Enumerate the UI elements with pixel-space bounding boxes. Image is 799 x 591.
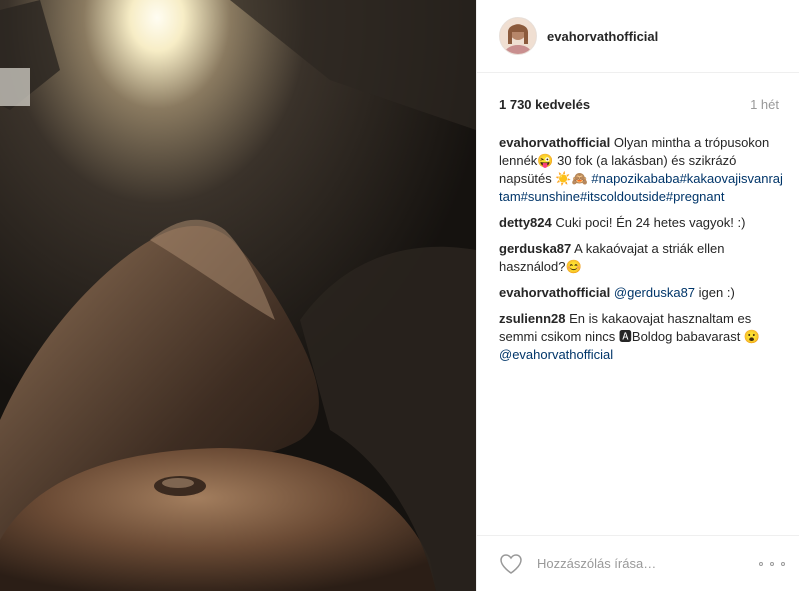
caption-username[interactable]: evahorvathofficial: [499, 135, 610, 150]
post-time[interactable]: 1 hét: [750, 97, 779, 112]
comment-mention[interactable]: @gerduska87: [614, 285, 695, 300]
heart-icon[interactable]: [499, 552, 523, 576]
comment-username[interactable]: detty824: [499, 215, 552, 230]
comment-bar: [477, 535, 799, 591]
avatar-image: [500, 18, 536, 54]
likes-count[interactable]: 1 730 kedvelés: [499, 97, 590, 112]
post-photo[interactable]: [0, 0, 476, 591]
list-item: gerduska87 A kakaóvajat a striák ellen h…: [499, 240, 785, 276]
header-username[interactable]: evahorvathofficial: [547, 29, 658, 44]
comment-text: igen :): [695, 285, 735, 300]
post-sidebar: evahorvathofficial 1 730 kedvelés 1 hét …: [476, 0, 799, 591]
comment-mention[interactable]: @evahorvathofficial: [499, 347, 613, 362]
post-header: evahorvathofficial: [477, 0, 799, 73]
list-item: zsulienn28 En is kakaovajat hasznaltam e…: [499, 310, 785, 364]
comment-username[interactable]: zsulienn28: [499, 311, 565, 326]
instagram-post: evahorvathofficial 1 730 kedvelés 1 hét …: [0, 0, 799, 591]
dot: [759, 561, 763, 566]
list-item: detty824 Cuki poci! Én 24 hetes vagyok! …: [499, 214, 785, 232]
comments-list: evahorvathofficial Olyan mintha a trópus…: [499, 134, 785, 372]
comment-text: Cuki poci! Én 24 hetes vagyok! :): [555, 215, 746, 230]
dot: [770, 561, 774, 566]
photo-image: [0, 0, 476, 591]
comment-input[interactable]: [535, 555, 759, 572]
post-stats: 1 730 kedvelés 1 hét: [499, 97, 779, 112]
dot: [781, 561, 785, 566]
comment-username[interactable]: gerduska87: [499, 241, 571, 256]
more-options-icon[interactable]: [759, 552, 785, 576]
comment-username[interactable]: evahorvathofficial: [499, 285, 610, 300]
caption: evahorvathofficial Olyan mintha a trópus…: [499, 134, 785, 206]
list-item: evahorvathofficial @gerduska87 igen :): [499, 284, 785, 302]
avatar[interactable]: [499, 17, 537, 55]
